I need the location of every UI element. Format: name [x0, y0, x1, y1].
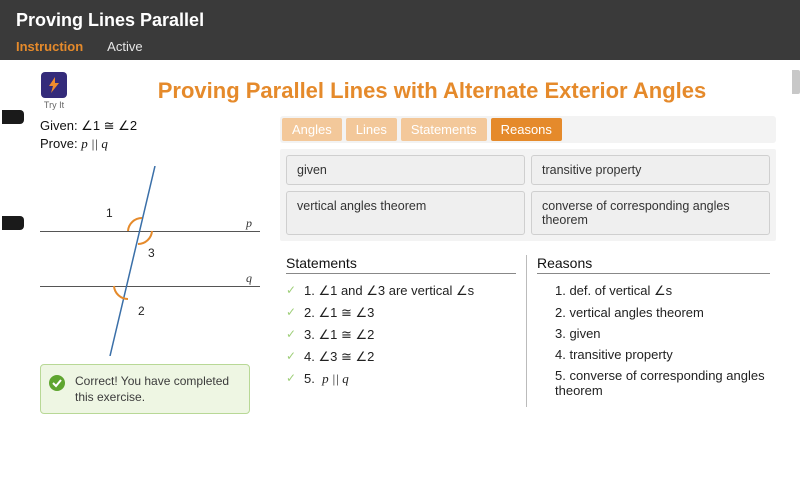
angle-1-label: 1 [106, 206, 113, 220]
reason-row: 4. transitive property [537, 344, 770, 365]
tab-instruction[interactable]: Instruction [16, 39, 83, 54]
chip-converse[interactable]: converse of corresponding angles theorem [531, 191, 770, 235]
app-header: Proving Lines Parallel Instruction Activ… [0, 0, 800, 60]
angle-3-label: 3 [148, 246, 155, 260]
angle-2-label: 2 [138, 304, 145, 318]
diagram: p q 1 3 2 [40, 166, 270, 346]
feedback-box: Correct! You have completed this exercis… [40, 364, 250, 414]
tab-active[interactable]: Active [107, 39, 142, 54]
bolt-icon [41, 72, 67, 98]
lesson-title: Proving Parallel Lines with Alternate Ex… [88, 78, 776, 104]
diagram-svg [40, 166, 270, 356]
try-it-badge[interactable]: Try It [32, 72, 76, 110]
statements-column: Statements 1. ∠1 and ∠3 are vertical ∠s … [280, 255, 522, 407]
try-it-label: Try It [32, 100, 76, 110]
reason-row: 3. given [537, 323, 770, 344]
cat-reasons[interactable]: Reasons [491, 118, 562, 141]
statement-row: 2. ∠1 ≅ ∠3 [286, 302, 516, 324]
cat-statements[interactable]: Statements [401, 118, 487, 141]
category-bar: Angles Lines Statements Reasons [280, 116, 776, 143]
chip-given[interactable]: given [286, 155, 525, 185]
given-text: Given: ∠1 ≅ ∠2 [40, 118, 270, 134]
prove-text: Prove: p || q [40, 136, 270, 152]
statement-row: 5. p || q [286, 368, 516, 390]
reasons-column: Reasons 1. def. of vertical ∠s 2. vertic… [531, 255, 776, 407]
side-chip [2, 110, 24, 124]
lesson-page: Try It Proving Parallel Lines with Alter… [24, 66, 792, 500]
check-icon [49, 375, 65, 391]
statement-row: 1. ∠1 and ∠3 are vertical ∠s [286, 280, 516, 302]
page-title: Proving Lines Parallel [16, 10, 784, 31]
header-tabs: Instruction Active [16, 39, 784, 60]
cat-angles[interactable]: Angles [282, 118, 342, 141]
chip-vertical[interactable]: vertical angles theorem [286, 191, 525, 235]
chip-transitive[interactable]: transitive property [531, 155, 770, 185]
statement-row: 4. ∠3 ≅ ∠2 [286, 346, 516, 368]
statement-row: 3. ∠1 ≅ ∠2 [286, 324, 516, 346]
reason-row: 1. def. of vertical ∠s [537, 280, 770, 302]
reason-row: 2. vertical angles theorem [537, 302, 770, 323]
answer-chips: given transitive property vertical angle… [280, 149, 776, 241]
column-divider [526, 255, 527, 407]
proof-table: Statements 1. ∠1 and ∠3 are vertical ∠s … [280, 255, 776, 407]
left-panel: Given: ∠1 ≅ ∠2 Prove: p || q p q [40, 116, 270, 414]
side-chip [2, 216, 24, 230]
statements-header: Statements [286, 255, 516, 274]
right-panel: Angles Lines Statements Reasons given tr… [280, 116, 776, 414]
reason-row: 5. converse of corresponding angles theo… [537, 365, 770, 401]
cat-lines[interactable]: Lines [346, 118, 397, 141]
reasons-header: Reasons [537, 255, 770, 274]
